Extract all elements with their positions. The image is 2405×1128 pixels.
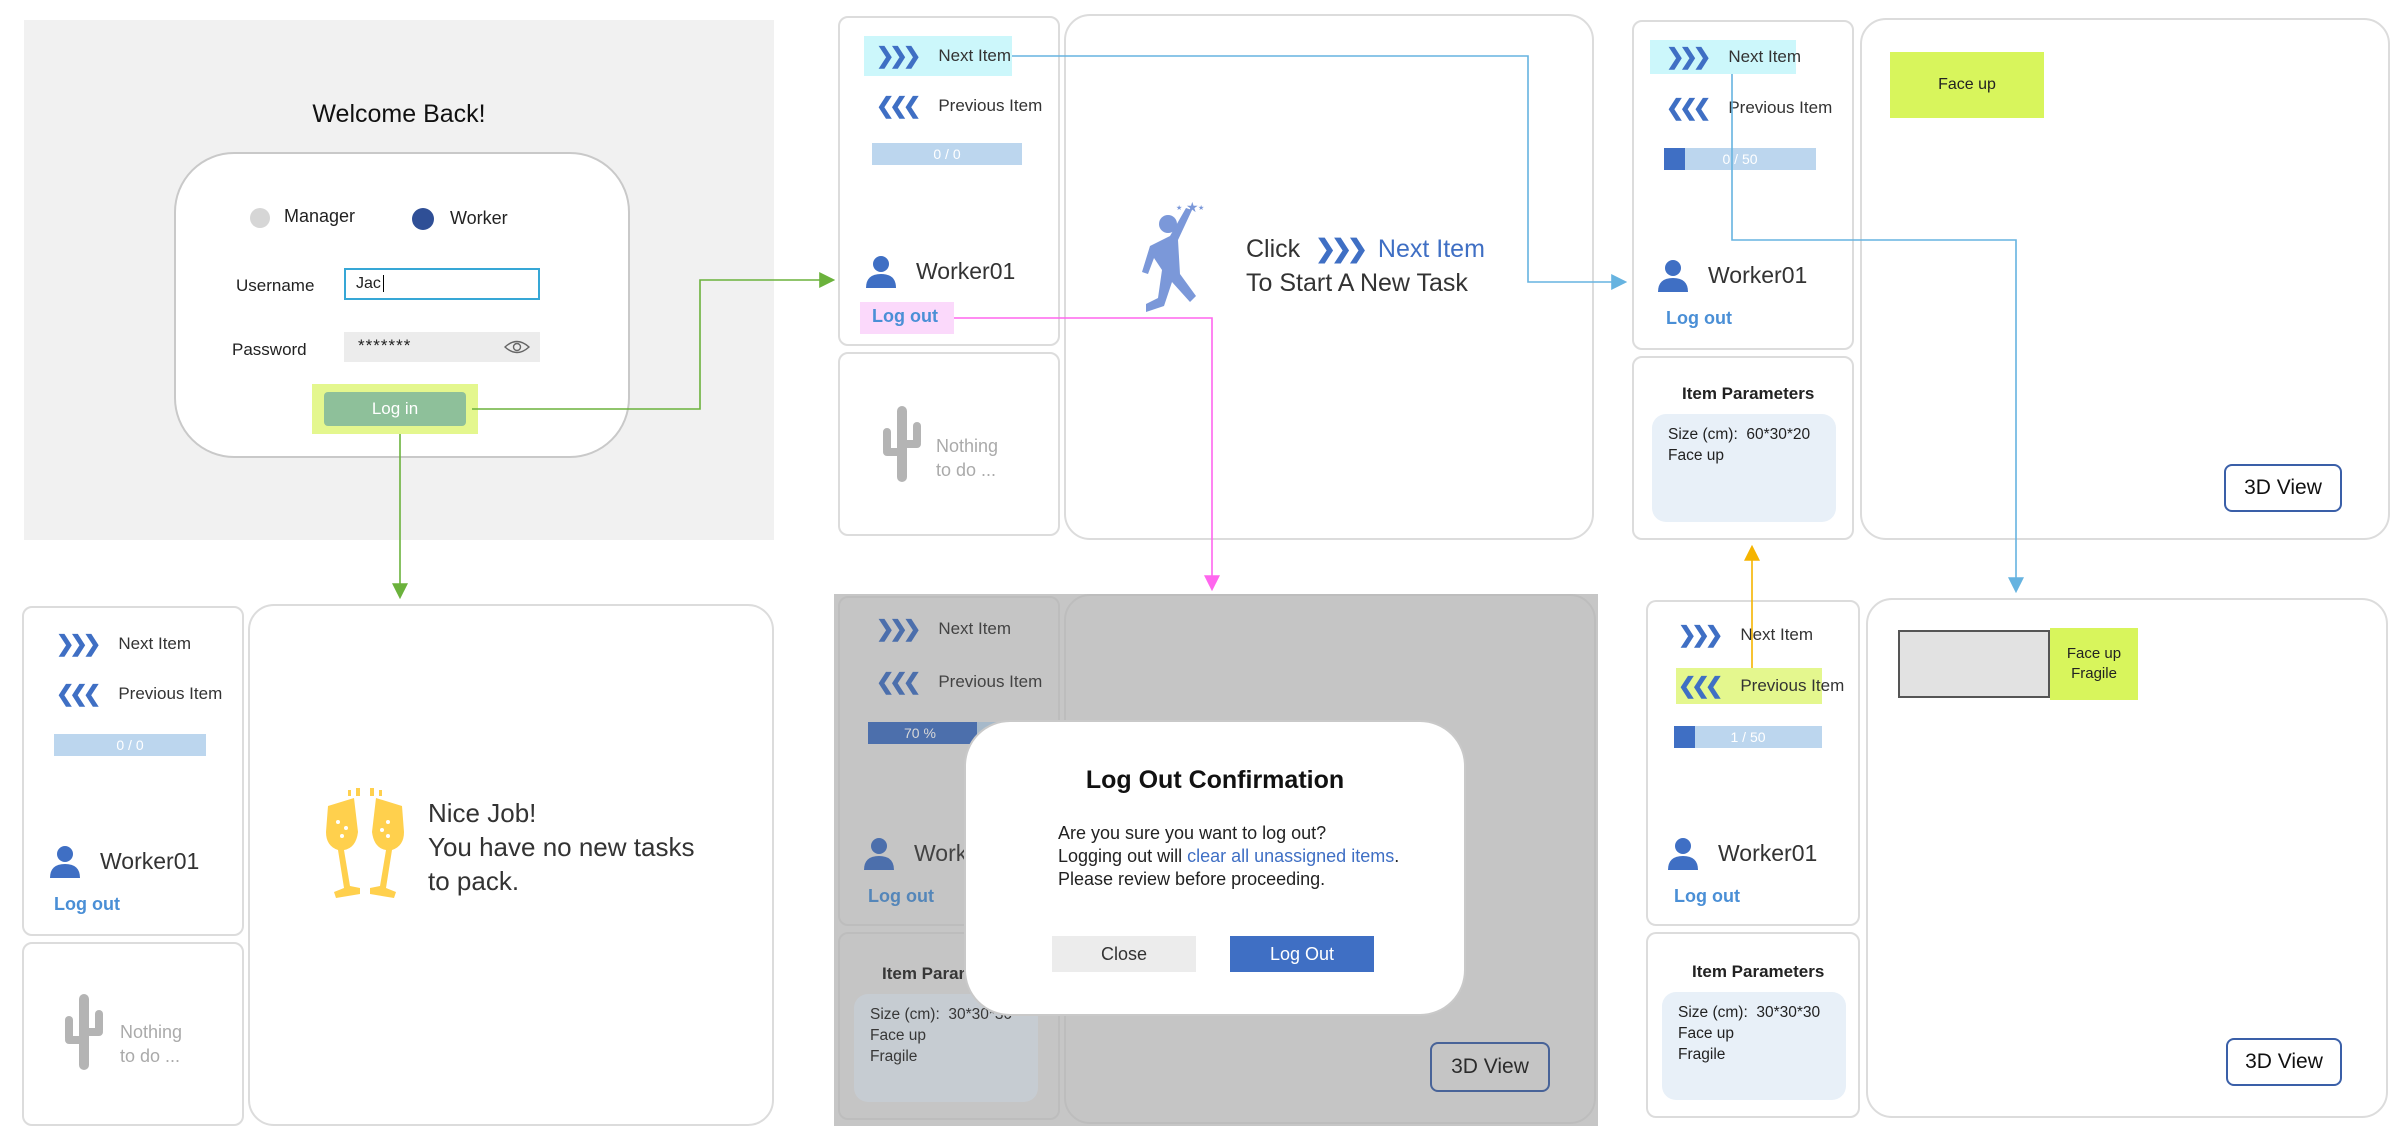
username: Worker01 (1708, 261, 1808, 288)
next-item-link[interactable]: Next Item (1378, 235, 1485, 263)
modal-body: Are you sure you want to log out? Loggin… (1058, 823, 1400, 889)
user-icon (50, 846, 80, 878)
double-chevron-right-icon: ❯❯❯ (1678, 622, 1723, 647)
logout-link[interactable]: Log out (54, 894, 120, 915)
password-value: ******* (358, 336, 412, 355)
double-chevron-right-icon: ❯❯❯ (876, 43, 921, 68)
logout-link[interactable]: Log out (1666, 308, 1732, 329)
progress-bar: 0 / 50 (1664, 148, 1816, 170)
confirm-logout-button[interactable]: Log Out (1230, 936, 1374, 972)
login-card: Manager Worker Username Jac Password ***… (174, 152, 630, 458)
item-box (1898, 630, 2050, 698)
face-up-tag: Face up (1890, 52, 2044, 118)
modal-title: Log Out Confirmation (1085, 766, 1345, 794)
logout-modal: Log Out Confirmation Are you sure you wa… (964, 720, 1466, 1016)
progress-label: 0 / 0 (933, 146, 961, 162)
eye-icon[interactable] (504, 339, 530, 355)
password-field[interactable]: ******* (344, 332, 540, 362)
double-chevron-right-icon: ❯❯❯ (1666, 44, 1711, 69)
user-icon (866, 256, 896, 288)
next-item-button[interactable]: ❯❯❯ Next Item (46, 628, 191, 660)
reach-figure-icon: ★ ★ ★ (1142, 199, 1204, 312)
item-params-title: Item Parameters (1692, 962, 1825, 981)
login-button[interactable]: Log in (324, 392, 466, 426)
username-label: Username (236, 276, 315, 295)
svg-text:★: ★ (1186, 199, 1199, 215)
nothing-to-do: Nothing to do ... (936, 436, 999, 480)
double-chevron-left-icon: ❮❮❮ (1666, 95, 1711, 120)
username: Worker01 (100, 847, 200, 874)
item-params-title: Item Parameters (1682, 384, 1815, 403)
progress-fill (1664, 148, 1686, 170)
user-icon (1668, 838, 1698, 870)
previous-item-button[interactable]: ❮❮❮ Previous Item (46, 678, 222, 710)
username: Worker01 (916, 257, 1016, 284)
3d-view-button[interactable]: 3D View (2226, 1038, 2342, 1086)
clear-items-link[interactable]: clear all unassigned items (1187, 846, 1394, 866)
next-item-button[interactable]: ❯❯❯ Next Item (1656, 42, 1801, 72)
login-screen: Welcome Back! Manager Worker Username Ja… (24, 20, 774, 540)
svg-text:★: ★ (1198, 204, 1204, 212)
svg-text:★: ★ (1176, 204, 1182, 212)
item-params-box: Size (cm): 30*30*30 Face up Fragile (1662, 992, 1846, 1100)
radio-manager-label: Manager (284, 206, 356, 226)
progress-bar: 0 / 0 (54, 734, 206, 756)
face-up-fragile-tag: Face up Fragile (2050, 628, 2138, 700)
progress-label: 0 / 0 (116, 737, 144, 753)
3d-view-button[interactable]: 3D View (2224, 464, 2342, 512)
double-chevron-left-icon: ❮❮❮ (56, 681, 101, 706)
cactus-icon (883, 406, 921, 482)
nothing-to-do: Nothing to do ... (120, 1022, 183, 1066)
user-icon (1658, 260, 1688, 292)
double-chevron-right-icon: ❯❯❯ (1315, 235, 1368, 263)
logout-link[interactable]: Log out (1674, 886, 1740, 907)
next-item-button[interactable]: ❯❯❯ Next Item (866, 40, 1011, 72)
radio-worker-label: Worker (450, 208, 508, 228)
previous-item-button[interactable]: ❮❮❮ Previous Item (1656, 92, 1832, 124)
double-chevron-left-icon: ❮❮❮ (1678, 673, 1723, 698)
start-task-text: Click ❯❯❯ Next Item To Start A New Task (1246, 235, 1485, 297)
progress-label: 1 / 50 (1730, 729, 1766, 745)
previous-item-button[interactable]: ❮❮❮ Previous Item (1668, 670, 1844, 702)
nice-job-text: Nice Job! You have no new tasks to pack. (428, 798, 695, 896)
login-title: Welcome Back! (312, 100, 486, 128)
previous-item-button[interactable]: ❮❮❮ Previous Item (866, 90, 1042, 122)
progress-bar: 1 / 50 (1674, 726, 1822, 748)
close-button[interactable]: Close (1052, 936, 1196, 972)
logout-link[interactable]: Log out (872, 306, 938, 327)
password-label: Password (232, 340, 307, 359)
user-info: Worker01 (1666, 836, 1817, 870)
champagne-icon (326, 788, 404, 898)
username-field[interactable]: Jac (344, 268, 540, 300)
double-chevron-left-icon: ❮❮❮ (876, 93, 921, 118)
user-info: Worker01 (1656, 258, 1807, 292)
double-chevron-right-icon: ❯❯❯ (56, 631, 101, 656)
radio-worker[interactable] (412, 208, 434, 230)
user-info: Worker01 (864, 254, 1015, 288)
progress-label: 0 / 50 (1722, 151, 1758, 167)
progress-bar: 0 / 0 (872, 143, 1022, 165)
user-info: Worker01 (48, 844, 199, 878)
username: Worker01 (1718, 839, 1818, 866)
cactus-icon (65, 994, 103, 1070)
radio-manager[interactable] (250, 208, 270, 228)
item-params-box: Size (cm): 60*30*20 Face up (1652, 414, 1836, 522)
next-item-button[interactable]: ❯❯❯ Next Item (1668, 620, 1813, 650)
username-value: Jac (356, 275, 381, 292)
progress-fill (1674, 726, 1695, 748)
